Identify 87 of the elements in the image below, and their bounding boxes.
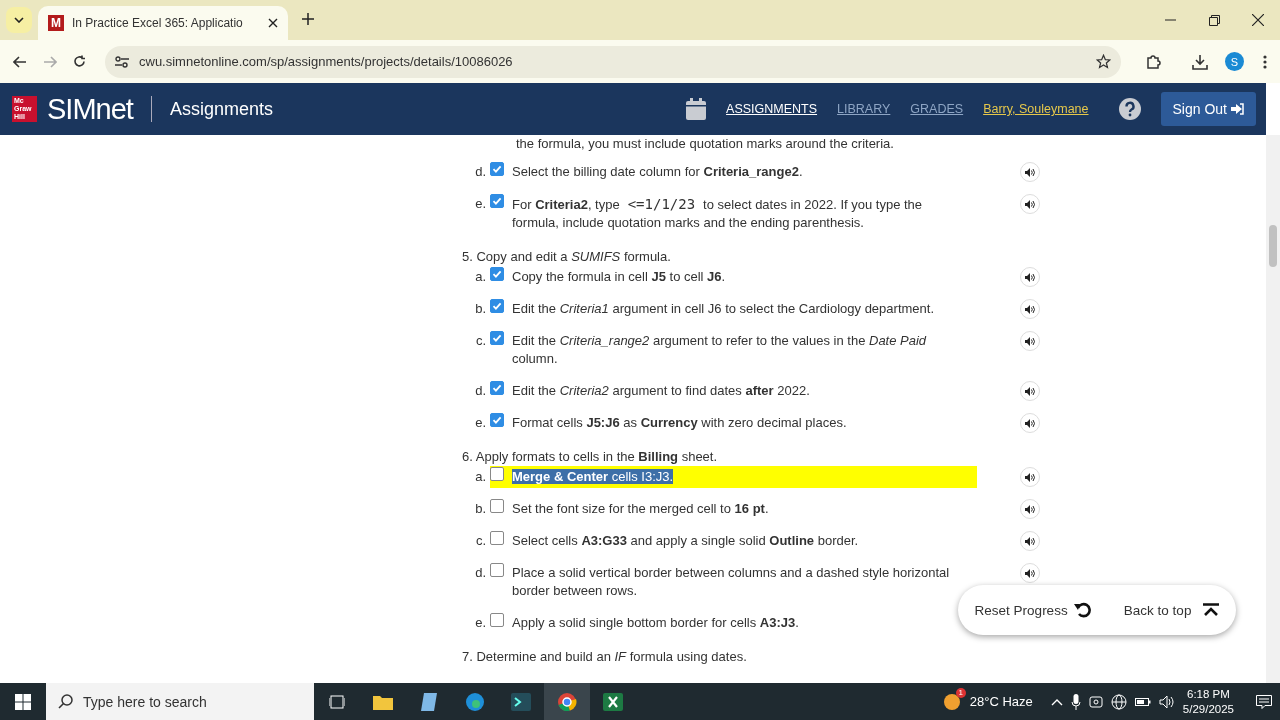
site-favicon: M bbox=[48, 15, 64, 31]
checkbox[interactable] bbox=[490, 331, 504, 345]
speaker-icon[interactable] bbox=[1020, 194, 1040, 214]
task-text: Merge & Center cells I3:J3. bbox=[512, 468, 675, 486]
instruction-text: the formula, you must include quotation marks around the criteria. bbox=[516, 135, 895, 153]
speaker-icon[interactable] bbox=[1020, 162, 1040, 182]
scrollbar[interactable] bbox=[1266, 135, 1280, 683]
speaker-icon[interactable] bbox=[1020, 331, 1040, 351]
weather-text[interactable]: 28°C Haze bbox=[969, 694, 1033, 709]
reset-icon bbox=[1073, 602, 1091, 618]
speaker-icon[interactable] bbox=[1020, 299, 1040, 319]
item-letter: e. bbox=[474, 195, 487, 213]
sign-out-icon bbox=[1231, 103, 1244, 115]
profile-avatar[interactable]: S bbox=[1225, 52, 1244, 71]
task-text: Place a solid vertical border between columns and a dashed style horizontal border between rows. bbox=[512, 564, 951, 600]
speaker-icon[interactable] bbox=[1020, 381, 1040, 401]
checkbox[interactable] bbox=[490, 194, 504, 208]
speaker-icon[interactable] bbox=[1020, 413, 1040, 433]
address-bar[interactable]: cwu.simnetonline.com/sp/assignments/projects/details/10086026 bbox=[105, 45, 1121, 78]
speaker-icon[interactable] bbox=[1020, 467, 1040, 487]
speaker-icon[interactable] bbox=[1020, 499, 1040, 519]
item-letter: d. bbox=[474, 382, 487, 400]
globe-icon[interactable] bbox=[1110, 693, 1127, 710]
item-letter: b. bbox=[474, 500, 487, 518]
checkbox[interactable] bbox=[490, 613, 504, 627]
checkbox[interactable] bbox=[490, 467, 504, 481]
site-settings-icon[interactable] bbox=[115, 55, 129, 68]
item-letter: a. bbox=[474, 468, 487, 486]
chrome-icon[interactable] bbox=[544, 683, 590, 720]
chevron-up-icon[interactable] bbox=[1050, 697, 1063, 706]
nav-link[interactable]: GRADES bbox=[910, 102, 964, 116]
tab-list-button[interactable] bbox=[6, 7, 32, 33]
reset-progress-button[interactable]: Reset Progress bbox=[970, 598, 1095, 622]
sign-out-button[interactable]: Sign Out bbox=[1160, 92, 1256, 126]
brand-logo[interactable]: SIMnet bbox=[47, 92, 133, 126]
item-letter: d. bbox=[474, 163, 487, 181]
task-text: Copy the formula in cell J5 to cell J6. bbox=[512, 268, 727, 286]
task-text: Set the font size for the merged cell to 16 pt. bbox=[512, 500, 770, 518]
step-heading: 6. Apply formats to cells in the Billing sheet. bbox=[462, 448, 719, 466]
help-icon[interactable] bbox=[1118, 98, 1141, 120]
checkbox[interactable] bbox=[490, 413, 504, 427]
checkbox[interactable] bbox=[490, 299, 504, 313]
speaker-icon[interactable] bbox=[1158, 694, 1175, 709]
browser-tab[interactable]: M In Practice Excel 365: Applicatio bbox=[38, 6, 288, 40]
chevron-down-icon bbox=[14, 17, 24, 23]
task-text: Select cells A3:G33 and apply a single solid Outline border. bbox=[512, 532, 860, 550]
back-to-top-button[interactable]: Back to top bbox=[1119, 598, 1224, 622]
nav-link[interactable]: ASSIGNMENTS bbox=[726, 102, 818, 116]
checkbox[interactable] bbox=[490, 381, 504, 395]
checkbox[interactable] bbox=[490, 563, 504, 577]
calendar-icon[interactable] bbox=[686, 98, 707, 120]
speaker-icon[interactable] bbox=[1020, 531, 1040, 551]
task-text: Select the billing date column for Criteria_range2. bbox=[512, 163, 804, 181]
bookmark-star-icon[interactable] bbox=[1096, 54, 1111, 69]
step-heading: 5. Copy and edit a SUMIFS formula. bbox=[462, 248, 672, 266]
close-icon[interactable] bbox=[268, 18, 278, 28]
taskbar-search-field[interactable]: Type here to search bbox=[46, 683, 314, 720]
item-letter: e. bbox=[474, 414, 487, 432]
task-text: Edit the Criteria1 argument in cell J6 to select the Cardiology department. bbox=[512, 300, 935, 318]
item-letter: a. bbox=[474, 268, 487, 286]
user-name-link[interactable]: Barry, Souleymane bbox=[983, 102, 1089, 116]
task-text: Edit the Criteria_range2 argument to refer to the values in the Date Paid column. bbox=[512, 332, 928, 368]
speaker-icon[interactable] bbox=[1020, 267, 1040, 287]
notification-icon[interactable] bbox=[1256, 694, 1272, 709]
item-letter: d. bbox=[474, 564, 487, 582]
section-title: Assignments bbox=[169, 98, 273, 120]
task-text: Format cells J5:J6 as Currency with zero decimal places. bbox=[512, 414, 848, 432]
back-to-top-icon bbox=[1203, 603, 1220, 617]
task-text: For Criteria2, type <=1/1/23 to select dates in 2022. If you type the formula, include quotation marks and the ending parenthesis. bbox=[512, 195, 924, 232]
item-letter: b. bbox=[474, 300, 487, 318]
step-heading: 7. Determine and build an IF formula using dates. bbox=[462, 648, 748, 666]
task-text: Edit the Criteria2 argument to find dates after 2022. bbox=[512, 382, 811, 400]
checkbox[interactable] bbox=[490, 162, 504, 176]
item-letter: c. bbox=[474, 532, 487, 550]
microphone-icon[interactable] bbox=[1070, 693, 1081, 710]
nav-link[interactable]: LIBRARY bbox=[837, 102, 891, 116]
task-text: Apply a solid single bottom border for cells A3:J3. bbox=[512, 614, 800, 632]
search-icon bbox=[58, 694, 73, 709]
battery-icon[interactable] bbox=[1134, 696, 1151, 707]
clock[interactable]: 6:18 PM 5/29/2025 bbox=[1182, 686, 1234, 717]
item-letter: e. bbox=[474, 614, 487, 632]
speaker-icon[interactable] bbox=[1020, 563, 1040, 583]
item-letter: c. bbox=[474, 332, 487, 350]
checkbox[interactable] bbox=[490, 531, 504, 545]
checkbox[interactable] bbox=[490, 499, 504, 513]
checkbox[interactable] bbox=[490, 267, 504, 281]
camera-icon[interactable] bbox=[1088, 694, 1103, 709]
